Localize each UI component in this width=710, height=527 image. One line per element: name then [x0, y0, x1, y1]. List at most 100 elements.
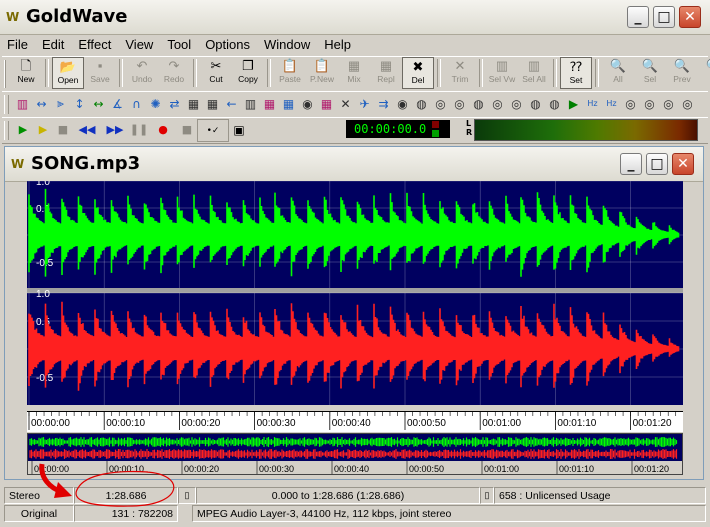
- effect-tool-icon[interactable]: ▥: [13, 93, 32, 114]
- play-icon[interactable]: ▶: [13, 119, 33, 140]
- effect-tool-icon[interactable]: ◎: [621, 93, 640, 114]
- effect-tool-icon[interactable]: ◍: [412, 93, 431, 114]
- document-close-button[interactable]: ✕: [672, 153, 694, 175]
- effect-tool-icon[interactable]: ◍: [469, 93, 488, 114]
- effect-tool-icon[interactable]: ▦: [203, 93, 222, 114]
- effect-tool-icon[interactable]: ◍: [526, 93, 545, 114]
- menu-effect[interactable]: Effect: [71, 37, 118, 52]
- maximize-button[interactable]: □: [653, 6, 675, 28]
- paste-button[interactable]: 📋 Paste: [274, 57, 306, 89]
- repl-button[interactable]: ▦ Repl: [370, 57, 402, 89]
- minimize-button[interactable]: _: [627, 6, 649, 28]
- sel-all-button[interactable]: ▥ Sel All: [518, 57, 550, 89]
- effect-tool-icon[interactable]: ◎: [507, 93, 526, 114]
- stop-icon[interactable]: ■: [53, 119, 73, 140]
- all-button[interactable]: 🔍 All: [602, 57, 634, 89]
- selection-range: 0.000 to 1:28.686 (1:28.686): [196, 487, 480, 504]
- effect-tool-icon[interactable]: ✕: [336, 93, 355, 114]
- undo-button[interactable]: ↶ Undo: [126, 57, 158, 89]
- copy-button[interactable]: ❐ Copy: [232, 57, 264, 89]
- effect-tool-icon[interactable]: ◎: [431, 93, 450, 114]
- open-button[interactable]: 📂 Open: [52, 57, 84, 89]
- effect-tool-icon[interactable]: ⫸: [51, 93, 70, 114]
- document-maximize-button[interactable]: □: [646, 153, 668, 175]
- menu-file[interactable]: File: [0, 37, 35, 52]
- effect-tool-icon[interactable]: ←: [222, 93, 241, 114]
- effect-tool-icon[interactable]: ▦: [317, 93, 336, 114]
- effects-toolbar: ▥ ↔ ⫸ ↕ ↔ ∡ ∩ ✺ ⇄ ▦ ▦ ← ▥ ▦ ▦ ◉ ▦ ✕ ✈ ⇉ ◉ ◍ ◎ ◎ ◍ ◎ ◎ ◍ ◍ ▶ Hz Hz ◎ ◎ ◎ ◎: [2, 91, 708, 118]
- ruler-time-label: 00:00:30: [257, 418, 296, 429]
- play-selection-icon[interactable]: ▶: [33, 119, 53, 140]
- effect-tool-icon[interactable]: Hz: [583, 93, 602, 114]
- rewind-icon[interactable]: ◀◀: [73, 119, 101, 140]
- effect-tool-icon[interactable]: ◎: [678, 93, 697, 114]
- effect-tool-icon[interactable]: ▦: [260, 93, 279, 114]
- effect-tool-icon[interactable]: ◎: [488, 93, 507, 114]
- redo-button[interactable]: ↷ Redo: [158, 57, 190, 89]
- record-options-icon[interactable]: •✓: [197, 119, 229, 142]
- menu-view[interactable]: View: [118, 37, 160, 52]
- toolbar-separator: [119, 59, 123, 87]
- effect-tool-icon[interactable]: ◉: [393, 93, 412, 114]
- effect-tool-icon[interactable]: ◉: [298, 93, 317, 114]
- time-ruler[interactable]: 00:00:00 00:00:10 00:00:20 00:00:30 00:00:40…: [27, 411, 683, 432]
- close-button[interactable]: ✕: [679, 6, 701, 28]
- effect-tool-icon[interactable]: ◎: [450, 93, 469, 114]
- fast-forward-icon[interactable]: ▶▶: [101, 119, 129, 140]
- effect-tool-icon[interactable]: ⇄: [165, 93, 184, 114]
- effect-tool-icon[interactable]: ↕: [70, 93, 89, 114]
- record-icon[interactable]: ●: [149, 119, 177, 140]
- waveform-display[interactable]: 1.0 0.5 0.0 -0.5 1.0 0.5 0.0 -0.5: [27, 181, 683, 405]
- document-window[interactable]: W SONG.mp3 _ □ ✕ 1.0 0.5 0.0 -0.5 1.0 0.5 0.0-…: [4, 146, 704, 480]
- title-bar[interactable]: W GoldWave _ □ ✕: [0, 0, 710, 35]
- channel-separator[interactable]: [27, 288, 683, 293]
- effect-tool-icon[interactable]: ▦: [279, 93, 298, 114]
- mix-icon: ▦: [347, 58, 361, 73]
- del-button[interactable]: ✖ Del: [402, 57, 434, 89]
- new-button[interactable]: 🗋 New: [10, 57, 42, 89]
- effect-tool-icon[interactable]: ▦: [184, 93, 203, 114]
- menu-options[interactable]: Options: [198, 37, 257, 52]
- select-view-icon: ▥: [495, 58, 509, 73]
- menu-window[interactable]: Window: [257, 37, 317, 52]
- document-title-bar[interactable]: W SONG.mp3 _ □ ✕: [5, 147, 703, 182]
- effect-tool-icon[interactable]: ▥: [241, 93, 260, 114]
- document-minimize-button[interactable]: _: [620, 153, 642, 175]
- toolbar-grip[interactable]: [4, 95, 9, 114]
- stop-record-icon[interactable]: ■: [177, 119, 197, 140]
- sel-vw-button[interactable]: ▥ Sel Vw: [486, 57, 518, 89]
- window-view-icon[interactable]: ▣: [229, 119, 249, 140]
- effect-tool-icon[interactable]: ⇉: [374, 93, 393, 114]
- effect-tool-icon[interactable]: ◎: [659, 93, 678, 114]
- effect-tool-icon[interactable]: Hz: [602, 93, 621, 114]
- menu-tool[interactable]: Tool: [160, 37, 198, 52]
- cut-button[interactable]: ✂ Cut: [200, 57, 232, 89]
- menu-edit[interactable]: Edit: [35, 37, 71, 52]
- sel-button[interactable]: 🔍 Sel: [634, 57, 666, 89]
- effect-tool-icon[interactable]: ↔: [89, 93, 108, 114]
- play-led: [432, 130, 439, 137]
- effect-tool-icon[interactable]: ◍: [545, 93, 564, 114]
- effect-tool-icon[interactable]: ◎: [640, 93, 659, 114]
- in-button[interactable]: 🔍In: [698, 57, 710, 89]
- document-icon[interactable]: W: [11, 157, 24, 171]
- prev-button[interactable]: 🔍 Prev: [666, 57, 698, 89]
- effect-tool-icon[interactable]: ∡: [108, 93, 127, 114]
- effect-tool-icon[interactable]: ↔: [32, 93, 51, 114]
- toolbar-grip[interactable]: [4, 60, 6, 88]
- trim-button[interactable]: ✕ Trim: [444, 57, 476, 89]
- mix-button[interactable]: ▦ Mix: [338, 57, 370, 89]
- set-button[interactable]: ⁇ Set: [560, 57, 592, 89]
- save-button[interactable]: ▪ Save: [84, 57, 116, 89]
- effect-tool-icon[interactable]: ✈: [355, 93, 374, 114]
- effect-tool-icon[interactable]: ✺: [146, 93, 165, 114]
- goldwave-app-icon[interactable]: W: [6, 10, 22, 24]
- toolbar-button-label: Undo: [131, 74, 153, 84]
- toolbar-grip[interactable]: [4, 121, 9, 140]
- effect-tool-icon[interactable]: ▶: [564, 93, 583, 114]
- pause-icon[interactable]: ❚❚: [129, 119, 149, 140]
- select-all-icon: ▥: [527, 58, 541, 73]
- menu-help[interactable]: Help: [317, 37, 358, 52]
- p-new-button[interactable]: 📋 P.New: [306, 57, 338, 89]
- effect-tool-icon[interactable]: ∩: [127, 93, 146, 114]
